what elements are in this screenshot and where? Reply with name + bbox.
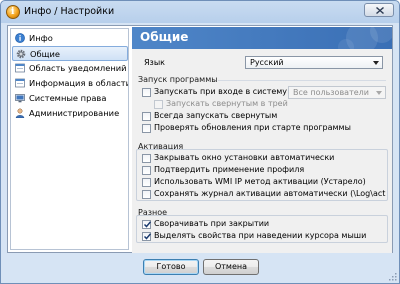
use-wmi-label: Использовать WMI IP метод активации (Уст… [154, 177, 366, 186]
startup-section-label: Запуск программы [138, 75, 218, 84]
sidebar-item-label: Системные права [29, 93, 107, 103]
sidebar-nav: Инфо Общие Область уведомлений Информаци… [10, 28, 129, 250]
confirm-profile-label: Подтвердить применение профиля [154, 165, 305, 174]
highlight-on-hover-checkbox[interactable] [142, 232, 152, 241]
close-icon [376, 7, 384, 14]
title-bar[interactable]: i Инфо / Настройки [2, 2, 398, 22]
chevron-down-icon [373, 61, 379, 65]
app-icon: i [6, 5, 20, 19]
start-minimized-tray-checkbox[interactable] [154, 100, 163, 109]
users-value: Все пользователи [293, 88, 369, 97]
autostart-label: Запускать при входе в систему [154, 87, 288, 96]
cancel-button[interactable]: Отмена [203, 259, 259, 275]
admin-user-icon [15, 108, 25, 118]
sidebar-item-administration[interactable]: Администрирование [12, 106, 128, 121]
close-button[interactable] [364, 3, 394, 17]
sidebar-item-label: Общие [30, 49, 60, 59]
chevron-down-icon [376, 91, 382, 95]
autostart-checkbox[interactable] [142, 88, 151, 97]
minimize-on-close-label: Сворачивать при закрытии [154, 219, 270, 228]
always-minimized-label: Всегда запускать свернутым [154, 111, 278, 120]
settings-window: i Инфо / Настройки Инфо Общие Область ув… [0, 0, 400, 284]
info-icon [15, 33, 25, 43]
ok-button[interactable]: Готово [143, 259, 199, 275]
settings-panel: Общие Язык Русский Запуск программы Запу… [132, 27, 392, 253]
sidebar-item-general[interactable]: Общие [12, 46, 128, 61]
save-log-label: Сохранять журнал активации автоматически… [154, 189, 386, 198]
panel-header: Общие [132, 27, 392, 49]
notification-window-icon [15, 63, 25, 73]
section-divider [218, 80, 386, 81]
checkmark-icon [143, 221, 152, 228]
language-select[interactable]: Русский [245, 56, 383, 69]
sidebar-item-label: Информация в области у [29, 78, 128, 88]
save-log-checkbox[interactable] [142, 190, 151, 199]
use-wmi-checkbox[interactable] [142, 178, 151, 187]
header-decoration [338, 27, 392, 49]
gear-icon [16, 49, 26, 59]
dialog-body: Инфо Общие Область уведомлений Информаци… [7, 25, 393, 253]
notification-window-icon [15, 78, 25, 88]
window-title: Инфо / Настройки [24, 6, 115, 17]
sidebar-item-info[interactable]: Инфо [12, 31, 128, 46]
highlight-on-hover-label: Выделять свойства при наведении курсора … [154, 231, 367, 240]
sidebar-item-label: Область уведомлений [29, 63, 127, 73]
language-label: Язык [144, 58, 165, 67]
confirm-profile-checkbox[interactable] [142, 166, 151, 175]
language-value: Русский [250, 58, 284, 67]
check-updates-label: Проверять обновления при старте программ… [154, 123, 351, 132]
start-minimized-tray-label: Запускать свернутым в трей [166, 99, 288, 108]
close-install-window-label: Закрывать окно установки автоматически [154, 153, 335, 162]
users-select[interactable]: Все пользователи [288, 86, 386, 99]
sidebar-item-label: Администрирование [29, 108, 120, 118]
sidebar-item-label: Инфо [29, 33, 53, 43]
minimize-on-close-checkbox[interactable] [142, 220, 152, 229]
always-minimized-checkbox[interactable] [142, 112, 151, 121]
sidebar-item-system-rights[interactable]: Системные права [12, 91, 128, 106]
checkmark-icon [143, 233, 152, 240]
sidebar-item-notification-info[interactable]: Информация в области у [12, 76, 128, 91]
check-updates-checkbox[interactable] [142, 124, 151, 133]
system-rights-icon [15, 94, 25, 103]
sidebar-item-notification-area[interactable]: Область уведомлений [12, 61, 128, 76]
panel-title: Общие [140, 30, 189, 44]
resize-grip-icon[interactable] [387, 271, 397, 281]
close-install-window-checkbox[interactable] [142, 154, 151, 163]
